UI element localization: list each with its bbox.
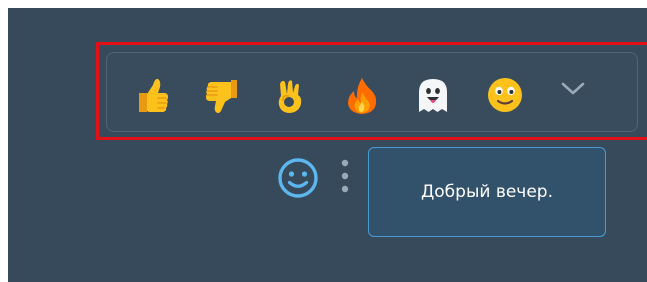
- ghost-icon: [419, 79, 447, 112]
- reaction-thumbs-up-button[interactable]: [131, 72, 175, 118]
- message-bubble[interactable]: Добрый вечер.: [368, 147, 606, 237]
- smiley-outline-icon: [278, 158, 318, 198]
- thumbs-up-icon: [139, 78, 168, 112]
- vertical-ellipsis-icon: [341, 159, 349, 193]
- message-text: Добрый вечер.: [420, 182, 553, 202]
- ok-hand-icon: [278, 80, 302, 113]
- reaction-smiling-face-button[interactable]: [483, 72, 527, 118]
- smiling-face-icon: [488, 78, 522, 112]
- reaction-fire-button[interactable]: [340, 72, 384, 118]
- reaction-ghost-button[interactable]: [411, 72, 455, 118]
- chevron-down-icon: [561, 82, 585, 95]
- reaction-ok-hand-button[interactable]: [268, 72, 312, 118]
- reaction-thumbs-down-button[interactable]: [199, 72, 243, 118]
- thumbs-down-icon: [206, 80, 237, 113]
- emoji-picker-button[interactable]: [275, 155, 321, 201]
- message-menu-button[interactable]: [334, 155, 356, 199]
- more-reactions-button[interactable]: [554, 72, 592, 106]
- fire-icon: [348, 78, 377, 114]
